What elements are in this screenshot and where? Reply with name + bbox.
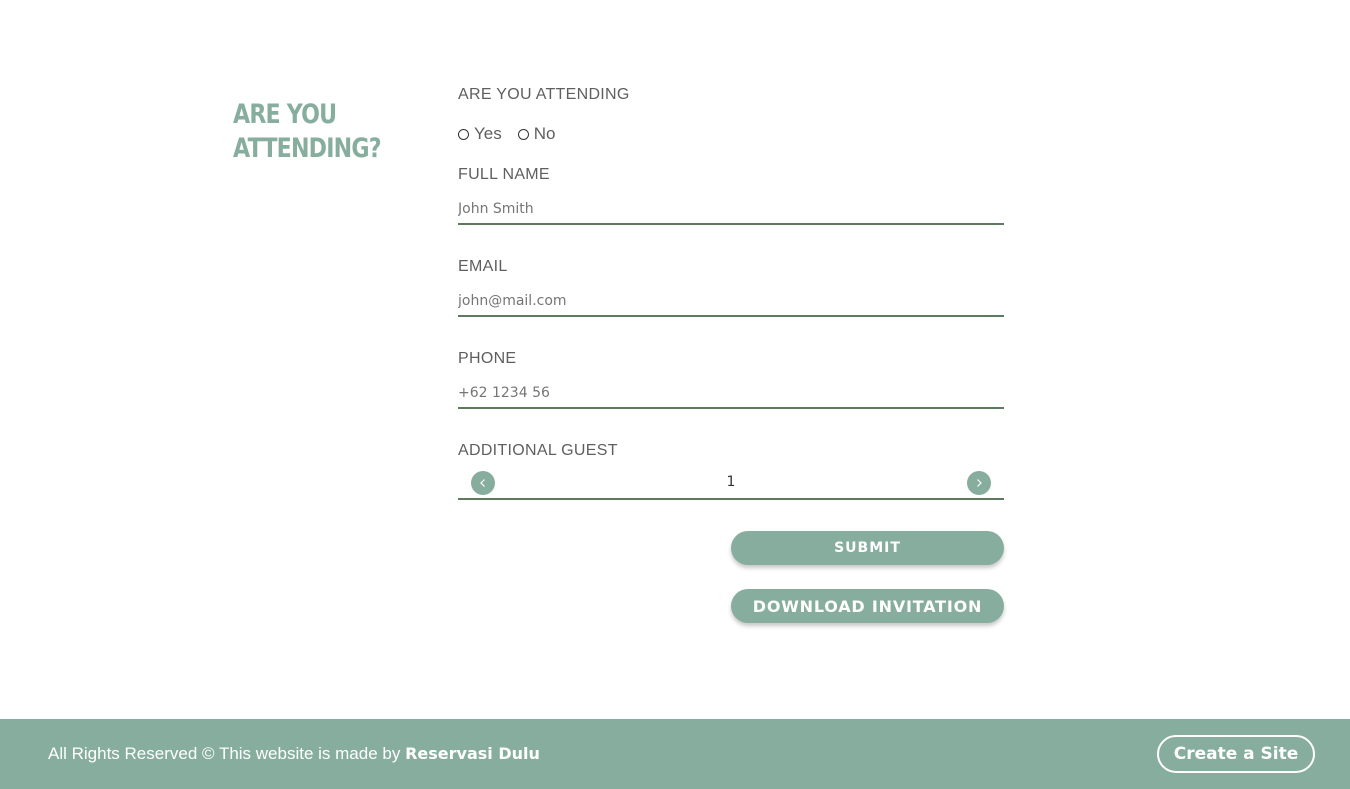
attending-yes-radio[interactable]: Yes — [458, 124, 502, 144]
full-name-field — [458, 195, 1004, 225]
section-heading: ARE YOU ATTENDING? — [233, 98, 382, 166]
attending-no-label: No — [533, 124, 556, 143]
download-invitation-button[interactable]: DOWNLOAD INVITATION — [731, 589, 1004, 623]
radio-circle-icon[interactable] — [517, 128, 529, 140]
attending-label: ARE YOU ATTENDING — [458, 86, 630, 103]
chevron-right-icon — [977, 479, 982, 487]
guest-count-value[interactable]: 1 — [458, 474, 1004, 490]
full-name-label: FULL NAME — [458, 166, 550, 183]
full-name-input[interactable] — [458, 195, 1004, 223]
section-heading-line2: ATTENDING? — [233, 133, 382, 164]
attending-no-radio[interactable]: No — [517, 124, 556, 144]
radio-circle-icon[interactable] — [458, 128, 469, 140]
brand-link[interactable]: Reservasi Dulu — [405, 744, 540, 763]
create-site-button[interactable]: Create a Site — [1157, 735, 1315, 773]
increment-button[interactable] — [967, 471, 991, 495]
copyright-text: All Rights Reserved © This website is ma… — [48, 744, 401, 763]
section-heading-line1: ARE YOU — [233, 99, 337, 130]
footer: All Rights Reserved © This website is ma… — [0, 719, 1350, 789]
attending-yes-label: Yes — [474, 124, 502, 143]
footer-copyright: All Rights Reserved © This website is ma… — [48, 744, 540, 764]
email-input[interactable] — [458, 287, 1004, 315]
additional-guest-label: ADDITIONAL GUEST — [458, 442, 618, 459]
attending-radio-group: Yes No — [458, 124, 571, 144]
phone-label: PHONE — [458, 350, 517, 367]
email-label: EMAIL — [458, 258, 508, 275]
rsvp-page: ARE YOU ATTENDING? ARE YOU ATTENDING Yes… — [0, 0, 1350, 789]
phone-input[interactable] — [458, 379, 1004, 407]
email-field — [458, 287, 1004, 317]
additional-guest-stepper: 1 — [458, 470, 1004, 500]
submit-button[interactable]: SUBMIT — [731, 531, 1004, 565]
phone-field — [458, 379, 1004, 409]
